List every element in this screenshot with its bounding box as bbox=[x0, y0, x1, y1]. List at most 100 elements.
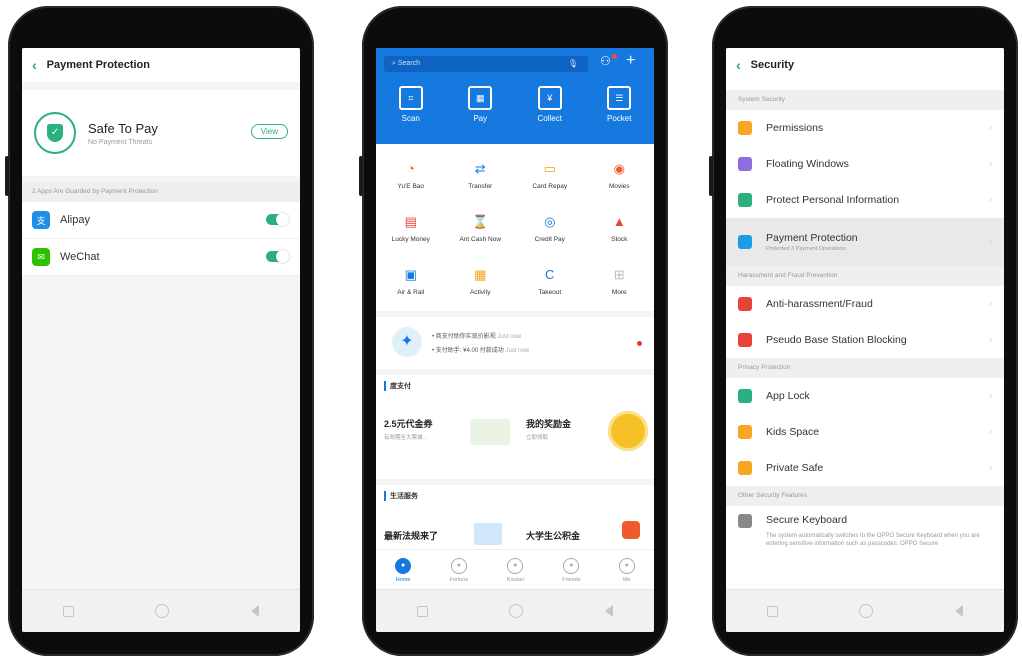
home-icon[interactable] bbox=[155, 604, 170, 618]
settings-row-payment-protection[interactable]: Payment Protection Protected 3 Payment Op… bbox=[726, 218, 1004, 266]
service-label: More bbox=[611, 288, 627, 296]
quick-label: Pay bbox=[473, 114, 488, 123]
floating-windows-icon bbox=[738, 157, 752, 171]
settings-label: Payment Protection bbox=[766, 232, 858, 244]
quick-pocket[interactable]: ☰ Pocket bbox=[589, 86, 649, 123]
quick-label: Scan bbox=[401, 114, 420, 123]
me-icon: ● bbox=[618, 557, 635, 574]
settings-row-floating-windows[interactable]: Floating Windows › bbox=[726, 146, 1004, 182]
quick-pay[interactable]: ▦ Pay bbox=[450, 86, 510, 123]
stock-icon: ▲ bbox=[612, 214, 626, 229]
phone-frame-security: ‹ Security System Security Permissions › Fl… bbox=[709, 6, 1018, 656]
tab-home[interactable]: ● Home bbox=[395, 557, 412, 583]
card-title[interactable]: 我的奖励金 bbox=[526, 417, 571, 430]
service-label: Transfer bbox=[468, 182, 493, 190]
air-rail-icon: ▣ bbox=[404, 266, 417, 282]
pocket-icon: ☰ bbox=[607, 86, 632, 110]
service-activity[interactable]: ▦ Activity bbox=[446, 254, 516, 307]
tab-fortune[interactable]: ● Fortune bbox=[449, 557, 468, 583]
service-card-repay[interactable]: ▭ Card Repay bbox=[515, 148, 585, 201]
view-button[interactable]: View bbox=[250, 124, 288, 139]
alipay-icon: 支 bbox=[32, 211, 50, 229]
settings-row-secure-keyboard[interactable]: Secure Keyboard The system automatically … bbox=[726, 506, 1004, 570]
service-air-rail[interactable]: ▣ Air & Rail bbox=[376, 254, 446, 307]
service-yuebao[interactable]: ◔ Yu'E Bao bbox=[376, 148, 446, 201]
home-icon[interactable] bbox=[509, 604, 524, 618]
phone-side-button bbox=[709, 156, 713, 196]
recents-icon[interactable] bbox=[766, 605, 778, 617]
microphone-icon[interactable]: 🎙 bbox=[568, 56, 578, 72]
settings-label: Floating Windows bbox=[766, 158, 849, 170]
search-placeholder: Search bbox=[397, 60, 421, 67]
collect-icon: ¥ bbox=[537, 86, 562, 110]
chevron-left-icon[interactable]: ‹ bbox=[736, 57, 741, 73]
quick-label: Pocket bbox=[607, 114, 632, 123]
chevron-right-icon: › bbox=[989, 426, 992, 436]
home-icon[interactable] bbox=[859, 604, 874, 618]
yuebao-icon: ◔ bbox=[406, 161, 415, 176]
tab-me[interactable]: ● Me bbox=[618, 557, 635, 583]
service-ant-cash[interactable]: ⌛ Ant Cash Now bbox=[446, 201, 516, 254]
back-icon[interactable] bbox=[605, 605, 614, 617]
settings-row-anti-harassment[interactable]: Anti-harassment/Fraud › bbox=[726, 286, 1004, 322]
app-row-wechat: ✉ WeChat bbox=[22, 239, 300, 276]
service-label: Yu'E Bao bbox=[397, 182, 425, 190]
card-title[interactable]: 大学生公积金 bbox=[526, 529, 580, 542]
private-safe-icon bbox=[738, 461, 752, 475]
chevron-right-icon: › bbox=[989, 462, 992, 472]
settings-row-permissions[interactable]: Permissions › bbox=[726, 110, 1004, 146]
tab-koubei[interactable]: ● Koubei bbox=[507, 557, 524, 583]
quick-collect[interactable]: ¥ Collect bbox=[520, 86, 580, 123]
message-banner[interactable]: ✦ • 商支付助你实现价影视 Just now • 支付助手: ¥4.00 付款… bbox=[376, 317, 654, 369]
add-friend-icon[interactable]: ⚇ bbox=[600, 54, 611, 68]
page-title: Security bbox=[750, 59, 795, 71]
payment-protection-screen: ‹ Payment Protection ✓ Safe To Pay No Pa… bbox=[22, 48, 300, 632]
service-movies[interactable]: ◉ Movies bbox=[585, 148, 655, 201]
app-lock-icon bbox=[738, 389, 752, 403]
card-title[interactable]: 最新法规来了 bbox=[384, 529, 438, 542]
settings-row-private-safe[interactable]: Private Safe › bbox=[726, 450, 1004, 486]
recents-icon[interactable] bbox=[62, 605, 74, 617]
tab-friends[interactable]: ● Friends bbox=[562, 557, 580, 583]
settings-row-kids-space[interactable]: Kids Space › bbox=[726, 414, 1004, 450]
banner-line-1: • 商支付助你实现价影视 Just now bbox=[432, 334, 522, 340]
back-icon[interactable] bbox=[955, 605, 964, 617]
service-takeout[interactable]: C Takeout bbox=[515, 254, 585, 307]
ant-cash-icon: ⌛ bbox=[472, 213, 489, 229]
pseudo-base-station-icon bbox=[738, 333, 752, 347]
chevron-right-icon: › bbox=[989, 298, 992, 308]
quick-scan[interactable]: ⌗ Scan bbox=[381, 86, 441, 123]
back-icon[interactable] bbox=[251, 605, 260, 617]
quick-actions: ⌗ Scan ▦ Pay ¥ Collect ☰ Pocket bbox=[376, 86, 654, 123]
card-title[interactable]: 2.5元代金券 bbox=[384, 417, 433, 430]
plus-icon[interactable]: + bbox=[626, 52, 635, 70]
section-title: 生活服务 bbox=[384, 491, 418, 501]
transfer-icon: ⇄ bbox=[474, 160, 486, 176]
alipay-toggle[interactable] bbox=[266, 213, 289, 226]
safe-title: Safe To Pay bbox=[88, 120, 158, 136]
service-label: Ant Cash Now bbox=[459, 235, 502, 243]
banner-line-2: • 支付助手: ¥4.00 付款成功 Just now bbox=[432, 348, 530, 354]
article-thumbnail bbox=[474, 523, 502, 545]
settings-row-protect-info[interactable]: Protect Personal Information › bbox=[726, 182, 1004, 218]
wechat-toggle[interactable] bbox=[266, 250, 289, 263]
chevron-right-icon: › bbox=[989, 194, 992, 204]
service-lucky-money[interactable]: ▤ Lucky Money bbox=[376, 201, 446, 254]
settings-label: Private Safe bbox=[766, 462, 824, 474]
alipay-header: ⌕ Search 🎙 ⚇ + ⌗ Scan ▦ Pay ¥ Collect ☰ Pock… bbox=[376, 48, 654, 144]
search-input[interactable]: ⌕ Search 🎙 bbox=[384, 56, 588, 72]
safe-subtitle: No Payment Threats bbox=[88, 138, 153, 146]
chevron-left-icon[interactable]: ‹ bbox=[32, 57, 37, 73]
movies-icon: ◉ bbox=[613, 160, 625, 176]
group-label: Harassment and Fraud Prevention bbox=[726, 266, 1004, 286]
settings-row-app-lock[interactable]: App Lock › bbox=[726, 378, 1004, 414]
chevron-right-icon: › bbox=[989, 390, 992, 400]
service-stock[interactable]: ▲ Stock bbox=[585, 201, 655, 254]
recents-icon[interactable] bbox=[416, 605, 428, 617]
service-transfer[interactable]: ⇄ Transfer bbox=[446, 148, 516, 201]
chevron-right-icon: › bbox=[989, 122, 992, 132]
service-credit-pay[interactable]: ◎ Credit Pay bbox=[515, 201, 585, 254]
service-more-grid[interactable]: ⊞ More bbox=[585, 254, 655, 307]
settings-row-pseudo-base-station[interactable]: Pseudo Base Station Blocking › bbox=[726, 322, 1004, 358]
friends-icon: ● bbox=[563, 557, 580, 574]
